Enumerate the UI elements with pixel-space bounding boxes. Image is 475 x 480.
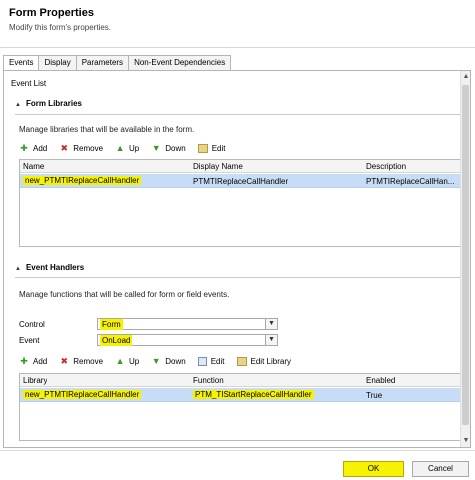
dialog-subtitle: Modify this form's properties.: [9, 23, 112, 32]
column-header-enabled[interactable]: Enabled: [366, 376, 395, 385]
remove-handler-button[interactable]: ✖ Remove: [59, 356, 103, 366]
up-arrow-icon: ▲: [115, 356, 125, 366]
event-handlers-toolbar: ✚ Add ✖ Remove ▲ Up ▼ Down Edit Edit Library: [19, 354, 303, 368]
form-properties-dialog: Form Properties Modify this form's prope…: [0, 0, 475, 480]
up-arrow-icon: ▲: [115, 143, 125, 153]
folder-icon: [236, 356, 247, 366]
add-icon: ✚: [20, 356, 28, 366]
form-libraries-description: Manage libraries that will be available …: [19, 125, 195, 134]
edit-library-button[interactable]: Edit: [197, 143, 226, 153]
event-handlers-grid: Library Function Enabled new_PTMTIReplac…: [19, 373, 462, 441]
scroll-up-arrow-icon[interactable]: ▲: [462, 73, 470, 81]
down-arrow-icon: ▼: [151, 356, 161, 366]
handler-enabled-cell: True: [366, 391, 383, 400]
collapse-triangle-icon[interactable]: ▲: [15, 102, 21, 108]
event-handlers-title: Event Handlers: [25, 263, 85, 272]
handler-library-cell: new_PTMTIReplaceCallHandler: [23, 390, 142, 399]
control-label: Control: [19, 320, 45, 329]
tab-display[interactable]: Display: [38, 55, 77, 71]
form-libraries-header[interactable]: ▲ Form Libraries: [15, 99, 82, 108]
down-label: Down: [165, 143, 186, 153]
dialog-title: Form Properties: [9, 7, 94, 19]
tab-parameters[interactable]: Parameters: [75, 55, 130, 71]
collapse-triangle-icon[interactable]: ▲: [15, 266, 21, 272]
vertical-scrollbar[interactable]: ▲ ▼: [460, 71, 470, 447]
edit-label: Edit: [210, 356, 225, 366]
event-list-legend: Event List: [11, 79, 47, 88]
add-icon: ✚: [20, 143, 28, 153]
up-label: Up: [129, 143, 140, 153]
edit-icon: [197, 143, 208, 153]
column-header-function[interactable]: Function: [193, 376, 224, 385]
event-select[interactable]: OnLoad ▼: [97, 334, 278, 346]
control-select[interactable]: Form ▼: [97, 318, 278, 330]
down-arrow-icon: ▼: [151, 143, 161, 153]
up-library-button[interactable]: ▲ Up: [115, 143, 140, 153]
chevron-down-icon[interactable]: ▼: [265, 335, 277, 345]
edit-handler-button[interactable]: Edit: [197, 356, 225, 366]
remove-label: Remove: [73, 143, 104, 153]
add-handler-button[interactable]: ✚ Add: [19, 356, 47, 366]
down-handler-button[interactable]: ▼ Down: [151, 356, 186, 366]
down-label: Down: [165, 356, 186, 366]
column-header-description[interactable]: Description: [366, 162, 406, 171]
scroll-down-arrow-icon[interactable]: ▼: [462, 437, 470, 445]
add-label: Add: [33, 356, 48, 366]
dialog-footer: OK Cancel: [0, 450, 475, 480]
event-value: OnLoad: [100, 335, 133, 346]
edit-label: Edit: [211, 143, 226, 153]
dialog-header: Form Properties Modify this form's prope…: [0, 0, 475, 48]
events-tab-panel: Event List ▲ Form Libraries Manage librar…: [3, 70, 471, 448]
up-label: Up: [129, 356, 140, 366]
table-row[interactable]: new_PTMTIReplaceCallHandler PTM_TIStartR…: [20, 388, 461, 402]
library-name-cell: new_PTMTIReplaceCallHandler: [23, 176, 142, 185]
edit-library-button[interactable]: Edit Library: [236, 356, 291, 366]
scrollbar-thumb[interactable]: [462, 85, 469, 425]
remove-label: Remove: [73, 356, 104, 366]
event-label: Event: [19, 336, 40, 345]
handler-function-cell: PTM_TIStartReplaceCallHandler: [193, 390, 314, 399]
form-libraries-title: Form Libraries: [25, 99, 82, 108]
column-header-display-name[interactable]: Display Name: [193, 162, 243, 171]
grid-header: Library Function Enabled: [20, 374, 461, 387]
form-libraries-toolbar: ✚ Add ✖ Remove ▲ Up ▼ Down Edit: [19, 141, 238, 155]
section-divider: [15, 277, 462, 278]
edit-library-label: Edit Library: [250, 356, 291, 366]
section-divider: [15, 114, 462, 115]
library-display-name-cell: PTMTIReplaceCallHandler: [193, 177, 289, 186]
edit-icon: [197, 356, 207, 366]
add-library-button[interactable]: ✚ Add: [19, 143, 47, 153]
remove-library-button[interactable]: ✖ Remove: [59, 143, 103, 153]
down-library-button[interactable]: ▼ Down: [151, 143, 186, 153]
grid-header: Name Display Name Description: [20, 160, 461, 173]
ok-button[interactable]: OK: [343, 461, 404, 477]
column-header-name[interactable]: Name: [23, 162, 44, 171]
control-value: Form: [100, 319, 123, 330]
chevron-down-icon[interactable]: ▼: [265, 319, 277, 329]
add-label: Add: [33, 143, 48, 153]
event-handlers-description: Manage functions that will be called for…: [19, 290, 230, 299]
library-description-cell: PTMTIReplaceCallHan...: [366, 177, 455, 186]
up-handler-button[interactable]: ▲ Up: [115, 356, 140, 366]
tab-strip: Events Display Parameters Non-Event Depe…: [3, 55, 232, 72]
event-handlers-header[interactable]: ▲ Event Handlers: [15, 263, 84, 272]
remove-icon: ✖: [60, 356, 68, 366]
tab-non-event-dependencies[interactable]: Non-Event Dependencies: [128, 55, 232, 71]
remove-icon: ✖: [60, 143, 68, 153]
cancel-button[interactable]: Cancel: [412, 461, 469, 477]
column-header-library[interactable]: Library: [23, 376, 47, 385]
form-libraries-grid: Name Display Name Description new_PTMTIR…: [19, 159, 462, 247]
table-row[interactable]: new_PTMTIReplaceCallHandler PTMTIReplace…: [20, 174, 461, 188]
